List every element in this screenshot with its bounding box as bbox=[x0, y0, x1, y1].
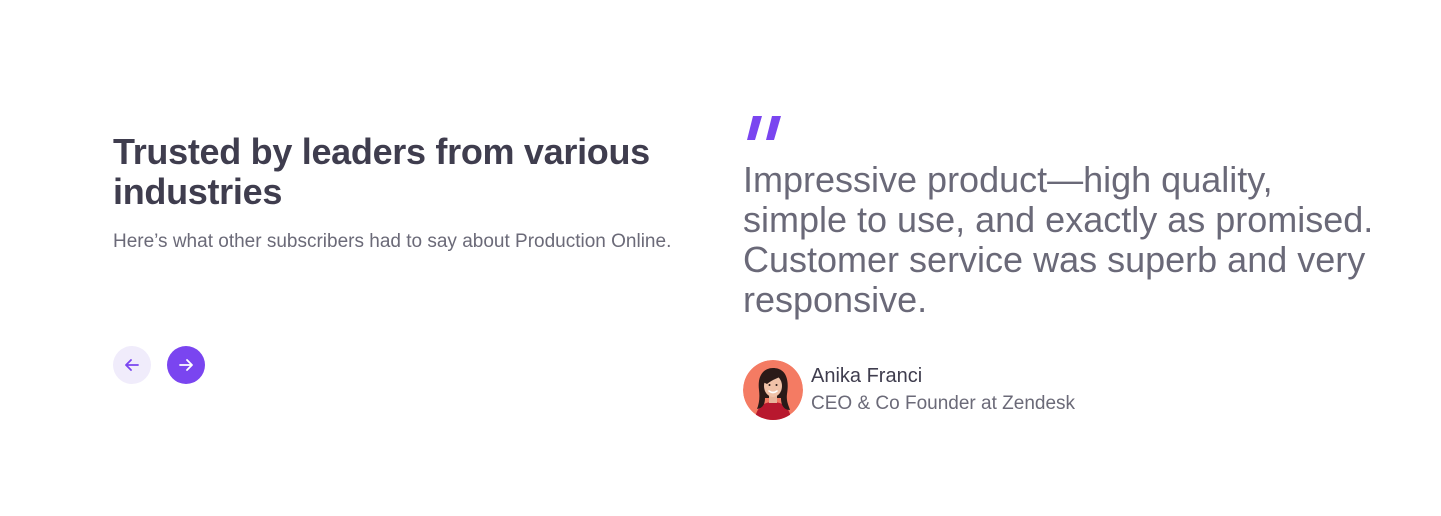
arrow-left-icon bbox=[125, 359, 139, 371]
previous-button[interactable] bbox=[113, 346, 151, 384]
author-role: CEO & Co Founder at Zendesk bbox=[811, 393, 1076, 414]
next-button[interactable] bbox=[167, 346, 205, 384]
author-name: Anika Franci bbox=[811, 365, 923, 387]
section-heading: Trusted by leaders from various industri… bbox=[113, 131, 650, 212]
testimonial-quote: Impressive product—high quality, simple … bbox=[743, 159, 1374, 320]
section-subtext: Here’s what other subscribers had to say… bbox=[113, 231, 672, 252]
quote-icon bbox=[746, 116, 782, 147]
carousel-nav bbox=[113, 346, 205, 384]
avatar bbox=[743, 360, 803, 420]
testimonial-author: Anika Franci CEO & Co Founder at Zendesk bbox=[743, 360, 1075, 420]
arrow-right-icon bbox=[179, 359, 193, 371]
intro-block: Trusted by leaders from various industri… bbox=[113, 132, 693, 256]
author-info: Anika Franci CEO & Co Founder at Zendesk bbox=[811, 362, 1075, 418]
